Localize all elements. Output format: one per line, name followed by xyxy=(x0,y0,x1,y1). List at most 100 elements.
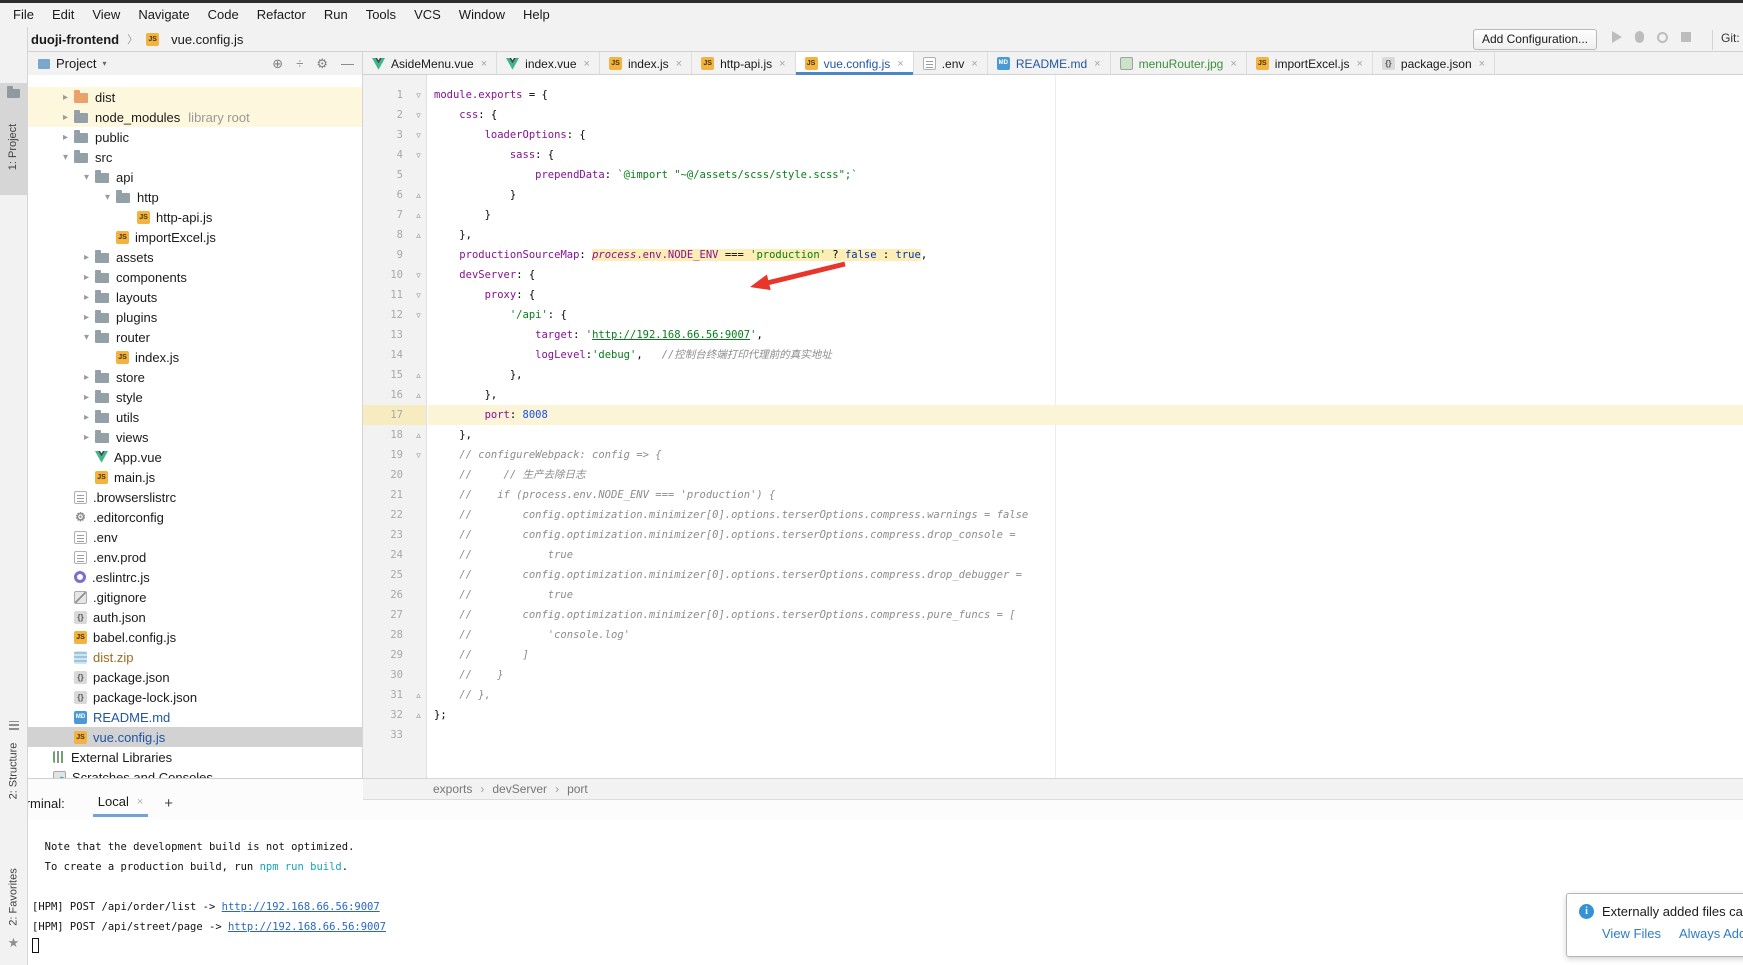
fold-marker-icon[interactable]: ▿ xyxy=(411,310,426,321)
tree-item-auth.json[interactable]: {}auth.json xyxy=(28,607,362,627)
git-label[interactable]: Git: xyxy=(1721,31,1740,45)
menu-code[interactable]: Code xyxy=(199,3,248,27)
coverage-icon[interactable] xyxy=(1657,32,1668,43)
tree-item-package-lock.json[interactable]: {}package-lock.json xyxy=(28,687,362,707)
fold-marker-icon[interactable]: ▵ xyxy=(411,190,426,201)
menu-navigate[interactable]: Navigate xyxy=(129,3,198,27)
tree-item-vue.config.js[interactable]: JSvue.config.js xyxy=(28,727,362,747)
code-line-12[interactable]: '/api': { xyxy=(428,305,1743,325)
menu-tools[interactable]: Tools xyxy=(357,3,405,27)
menu-view[interactable]: View xyxy=(83,3,129,27)
tree-item-assets[interactable]: ▸assets xyxy=(28,247,362,267)
tree-item-Scratches and Consoles[interactable]: Scratches and Consoles xyxy=(28,767,362,778)
breadcrumb-project[interactable]: duoji-frontend xyxy=(31,32,119,47)
close-icon[interactable]: × xyxy=(137,796,143,808)
tree-item-README.md[interactable]: MDREADME.md xyxy=(28,707,362,727)
close-icon[interactable]: × xyxy=(971,58,977,70)
code-line-25[interactable]: // config.optimization.minimizer[0].opti… xyxy=(428,565,1743,585)
tree-item-store[interactable]: ▸store xyxy=(28,367,362,387)
tree-item-dist[interactable]: ▸dist xyxy=(28,87,362,107)
terminal-output[interactable]: Note that the development build is not o… xyxy=(0,819,1743,957)
terminal-link[interactable]: http://192.168.66.56:9007 xyxy=(222,901,380,913)
code-line-5[interactable]: prependData: `@import "~@/assets/scss/st… xyxy=(428,165,1743,185)
editor-tab-package.json[interactable]: {}package.json× xyxy=(1373,52,1495,75)
close-icon[interactable]: × xyxy=(1479,58,1485,70)
code-line-33[interactable] xyxy=(428,725,1743,745)
editor-tab-http-api.js[interactable]: JShttp-api.js× xyxy=(692,52,795,75)
code-line-9[interactable]: productionSourceMap: process.env.NODE_EN… xyxy=(428,245,1743,265)
fold-marker-icon[interactable]: ▵ xyxy=(411,710,426,721)
tree-expand-icon[interactable]: ▸ xyxy=(78,372,95,383)
code-line-20[interactable]: // // 生产去除日志 xyxy=(428,465,1743,485)
tree-expand-icon[interactable]: ▸ xyxy=(57,92,74,103)
tree-item-components[interactable]: ▸components xyxy=(28,267,362,287)
close-icon[interactable]: × xyxy=(584,58,590,70)
menu-refactor[interactable]: Refactor xyxy=(248,3,315,27)
code-line-8[interactable]: }, xyxy=(428,225,1743,245)
fold-marker-icon[interactable]: ▿ xyxy=(411,150,426,161)
editor-breadcrumb-port[interactable]: port xyxy=(567,782,588,796)
tree-item-.eslintrc.js[interactable]: .eslintrc.js xyxy=(28,567,362,587)
editor-tab-menuRouter.jpg[interactable]: menuRouter.jpg× xyxy=(1111,52,1247,75)
tree-item-layouts[interactable]: ▸layouts xyxy=(28,287,362,307)
fold-marker-icon[interactable]: ▿ xyxy=(411,90,426,101)
code-line-10[interactable]: devServer: { xyxy=(428,265,1743,285)
tree-item-src[interactable]: ▾src xyxy=(28,147,362,167)
code-line-1[interactable]: module.exports = { xyxy=(428,85,1743,105)
menu-file[interactable]: File xyxy=(4,3,43,27)
code-line-16[interactable]: }, xyxy=(428,385,1743,405)
tree-expand-icon[interactable]: ▸ xyxy=(78,412,95,423)
editor-tab-README.md[interactable]: MDREADME.md× xyxy=(988,52,1111,75)
code-line-4[interactable]: sass: { xyxy=(428,145,1743,165)
breadcrumb-file[interactable]: vue.config.js xyxy=(171,32,243,47)
fold-marker-icon[interactable]: ▵ xyxy=(411,370,426,381)
tree-item-package.json[interactable]: {}package.json xyxy=(28,667,362,687)
close-icon[interactable]: × xyxy=(481,58,487,70)
editor-tab-vue.config.js[interactable]: JSvue.config.js× xyxy=(796,52,914,75)
stop-icon[interactable] xyxy=(1681,32,1691,42)
tree-item-babel.config.js[interactable]: JSbabel.config.js xyxy=(28,627,362,647)
menu-edit[interactable]: Edit xyxy=(43,3,83,27)
tree-item-External Libraries[interactable]: External Libraries xyxy=(28,747,362,767)
tree-item-router[interactable]: ▾router xyxy=(28,327,362,347)
tree-item-http-api.js[interactable]: JShttp-api.js xyxy=(28,207,362,227)
code-line-11[interactable]: proxy: { xyxy=(428,285,1743,305)
chevron-down-icon[interactable]: ▾ xyxy=(102,59,106,68)
tree-item-style[interactable]: ▸style xyxy=(28,387,362,407)
tree-item-.editorconfig[interactable]: ⚙.editorconfig xyxy=(28,507,362,527)
menu-help[interactable]: Help xyxy=(514,3,559,27)
fold-marker-icon[interactable]: ▿ xyxy=(411,290,426,301)
fold-marker-icon[interactable]: ▵ xyxy=(411,430,426,441)
tree-expand-icon[interactable]: ▸ xyxy=(78,272,95,283)
stripe-button-project[interactable]: 1: Project xyxy=(0,83,27,195)
tree-expand-icon[interactable]: ▸ xyxy=(78,252,95,263)
code-line-26[interactable]: // true xyxy=(428,585,1743,605)
code-line-15[interactable]: }, xyxy=(428,365,1743,385)
editor-tab-AsideMenu.vue[interactable]: AsideMenu.vue× xyxy=(363,52,497,75)
code-line-28[interactable]: // 'console.log' xyxy=(428,625,1743,645)
tree-item-index.js[interactable]: JSindex.js xyxy=(28,347,362,367)
editor-breadcrumb-exports[interactable]: exports xyxy=(433,782,472,796)
tree-item-http[interactable]: ▾http xyxy=(28,187,362,207)
code-line-7[interactable]: } xyxy=(428,205,1743,225)
code-line-22[interactable]: // config.optimization.minimizer[0].opti… xyxy=(428,505,1743,525)
tree-item-importExcel.js[interactable]: JSimportExcel.js xyxy=(28,227,362,247)
code-line-3[interactable]: loaderOptions: { xyxy=(428,125,1743,145)
close-icon[interactable]: × xyxy=(1094,58,1100,70)
stripe-button-structure[interactable]: 2: Structure xyxy=(0,719,27,811)
debug-icon[interactable] xyxy=(1635,31,1644,43)
fold-marker-icon[interactable]: ▵ xyxy=(411,390,426,401)
project-panel-title[interactable]: Project xyxy=(56,56,96,71)
fold-marker-icon[interactable]: ▿ xyxy=(411,450,426,461)
tree-item-utils[interactable]: ▸utils xyxy=(28,407,362,427)
code-line-21[interactable]: // if (process.env.NODE_ENV === 'product… xyxy=(428,485,1743,505)
tree-item-node_modules[interactable]: ▸node_moduleslibrary root xyxy=(28,107,362,127)
add-configuration-button[interactable]: Add Configuration... xyxy=(1473,29,1597,50)
editor-breadcrumb-devServer[interactable]: devServer xyxy=(492,782,547,796)
tree-expand-icon[interactable]: ▸ xyxy=(57,112,74,123)
code-line-6[interactable]: } xyxy=(428,185,1743,205)
tree-item-App.vue[interactable]: App.vue xyxy=(28,447,362,467)
tree-expand-icon[interactable]: ▸ xyxy=(78,432,95,443)
tree-expand-icon[interactable]: ▸ xyxy=(78,292,95,303)
tree-expand-icon[interactable]: ▸ xyxy=(78,312,95,323)
